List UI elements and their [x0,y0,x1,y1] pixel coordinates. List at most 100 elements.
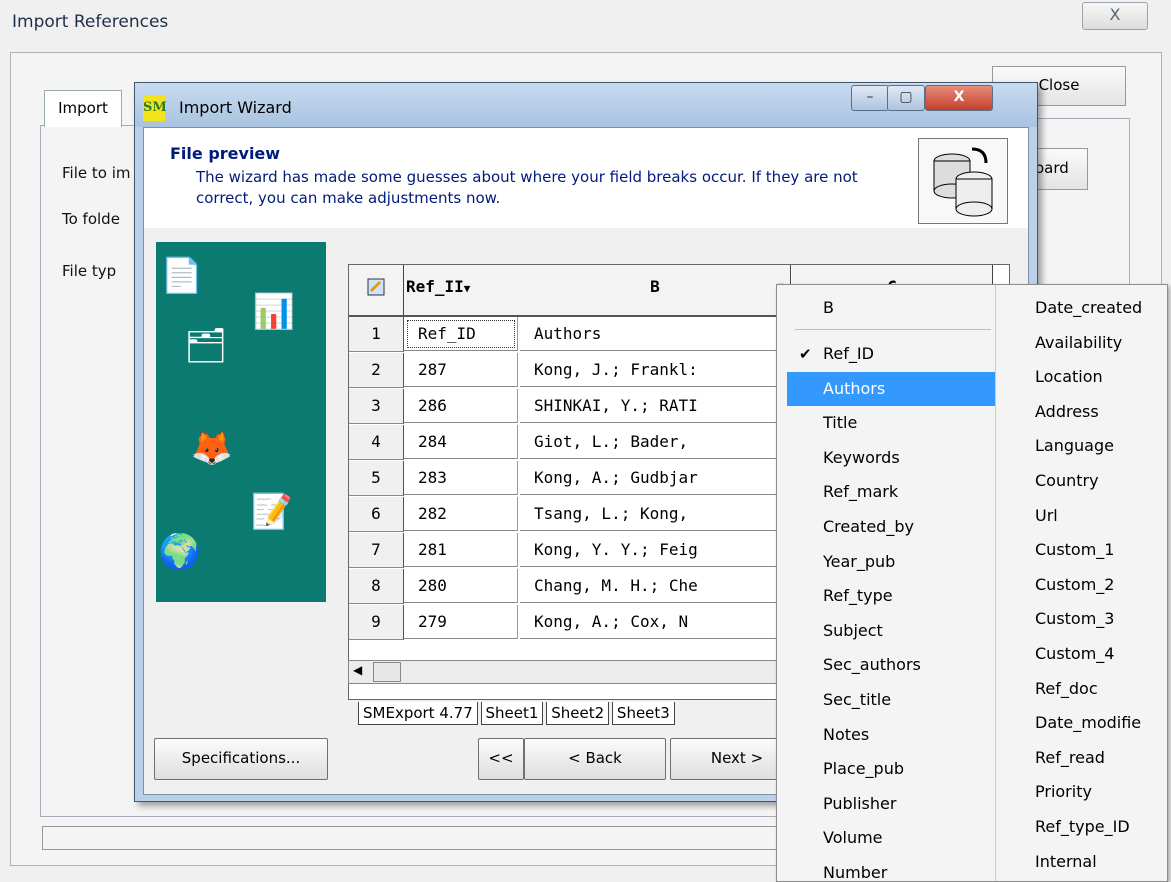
menu-item-ref-type[interactable]: Ref_type [777,579,995,613]
menu-column-1: B ✔ Ref_ID Authors Title Keywords Ref_mark Cre… [777,285,995,881]
database-icon [918,138,1008,224]
first-button[interactable]: << [478,738,524,780]
menu-item-priority[interactable]: Priority [1035,775,1167,809]
menu-item-notes[interactable]: Notes [777,718,995,752]
column-a-label: Ref_II [406,277,464,296]
row-number[interactable]: 8 [349,569,404,604]
menu-item-language[interactable]: Language [1035,429,1167,463]
chevron-down-icon: ▼ [463,282,471,295]
file-type-icons-panel: 📄 📊 🗂 🦊 📝 🌍 [156,242,326,602]
sheet-tab[interactable]: Sheet1 [480,702,544,725]
to-folder-label: To folde [62,210,120,228]
specifications-button[interactable]: Specifications... [154,738,328,780]
maximize-icon[interactable]: ▢ [887,85,925,111]
tab-import[interactable]: Import [44,90,122,127]
horizontal-scrollbar[interactable]: ◀ [348,660,790,684]
menu-item-label: Ref_ID [823,344,874,363]
cell-ref-id[interactable]: 281 [404,533,518,567]
scroll-left-icon[interactable]: ◀ [353,663,362,677]
cell-authors[interactable]: Kong, J.; Frankl: [520,353,790,387]
file-preview-description: The wizard has made some guesses about w… [196,168,858,207]
row-number[interactable]: 9 [349,605,404,640]
menu-item-ref-id[interactable]: ✔ Ref_ID [777,337,995,371]
menu-item-label: Sec_authors [823,655,921,675]
grid-corner[interactable] [349,265,404,317]
table-icon: 🗂 [184,326,228,366]
row-number[interactable]: 6 [349,497,404,532]
outer-close-icon[interactable]: X [1082,2,1148,30]
sheet-tab[interactable]: SMExport 4.77 [358,702,478,725]
row-number[interactable]: 5 [349,461,404,496]
menu-item-date-created[interactable]: Date_created [1035,291,1167,325]
menu-item-label: Number [823,863,888,882]
cell-authors[interactable]: SHINKAI, Y.; RATI [520,389,790,423]
cell-authors[interactable]: Kong, A.; Cox, N [520,605,790,639]
column-header-b[interactable]: B ▼ [520,265,791,317]
menu-item-title[interactable]: Title [777,406,995,440]
menu-item-ref-mark[interactable]: Ref_mark [777,475,995,509]
menu-item-availability[interactable]: Availability [1035,326,1167,360]
menu-item-ref-type-id[interactable]: Ref_type_ID [1035,810,1167,844]
cell-authors[interactable]: Giot, L.; Bader, [520,425,790,459]
scroll-thumb[interactable] [373,662,401,682]
row-number[interactable]: 2 [349,353,404,388]
menu-item-ref-doc[interactable]: Ref_doc [1035,672,1167,706]
menu-item-ref-read[interactable]: Ref_read [1035,741,1167,775]
cell-ref-id[interactable]: 283 [404,461,518,495]
menu-item-internal[interactable]: Internal [1035,845,1167,879]
menu-item-sec-authors[interactable]: Sec_authors [777,648,995,682]
menu-item-authors[interactable]: Authors [787,371,995,406]
cell-authors[interactable]: Kong, Y. Y.; Feig [520,533,790,567]
cell-authors[interactable]: Chang, M. H.; Che [520,569,790,603]
menu-header-label: B [823,298,834,317]
menu-item-label: Place_pub [823,759,904,779]
menu-item-date-modifie[interactable]: Date_modifie [1035,706,1167,740]
menu-item-year-pub[interactable]: Year_pub [777,545,995,579]
menu-item-custom-3[interactable]: Custom_3 [1035,602,1167,636]
menu-item-custom-2[interactable]: Custom_2 [1035,568,1167,602]
menu-item-custom-1[interactable]: Custom_1 [1035,533,1167,567]
menu-item-publisher[interactable]: Publisher [777,787,995,821]
cell-ref-id[interactable]: 286 [404,389,518,423]
menu-item-label: Year_pub [823,551,896,571]
row-number[interactable]: 3 [349,389,404,424]
cell-ref-id[interactable]: 280 [404,569,518,603]
sheet-tabs: SMExport 4.77 Sheet1 Sheet2 Sheet3 [358,702,675,730]
row-number[interactable]: 7 [349,533,404,568]
menu-item-number[interactable]: Number [777,856,995,882]
menu-item-custom-4[interactable]: Custom_4 [1035,637,1167,671]
menu-item-address[interactable]: Address [1035,395,1167,429]
cell-ref-id[interactable]: 284 [404,425,518,459]
cell-authors[interactable]: Tsang, L.; Kong, [520,497,790,531]
menu-item-subject[interactable]: Subject [777,614,995,648]
file-to-import-label: File to im [62,164,131,182]
menu-item-keywords[interactable]: Keywords [777,441,995,475]
menu-item-sec-title[interactable]: Sec_title [777,683,995,717]
menu-item-url[interactable]: Url [1035,499,1167,533]
wizard-close-icon[interactable]: X [925,85,993,111]
sheet-tab[interactable]: Sheet2 [546,702,610,725]
menu-item-label: Sec_title [823,690,892,709]
cell-ref-id[interactable]: 279 [404,605,518,639]
menu-item-label: Volume [823,828,883,848]
outer-title: Import References [12,12,169,32]
back-button[interactable]: < Back [524,738,666,780]
wizard-header: File preview The wizard has made some gu… [144,128,1028,228]
cell-ref-id[interactable]: 287 [404,353,518,387]
menu-item-country[interactable]: Country [1035,464,1167,498]
row-number[interactable]: 4 [349,425,404,460]
cell-authors[interactable]: Kong, A.; Gudbjar [520,461,790,495]
sheet-tab[interactable]: Sheet3 [611,702,675,725]
menu-item-label: Publisher [823,793,897,813]
cell-authors[interactable]: Authors [520,317,790,351]
menu-item-place-pub[interactable]: Place_pub [777,752,995,786]
menu-item-volume[interactable]: Volume [777,821,995,855]
menu-item-location[interactable]: Location [1035,360,1167,394]
cell-ref-id[interactable]: Ref_ID [404,317,518,351]
menu-item-created-by[interactable]: Created_by [777,510,995,544]
file-type-label: File typ [62,262,117,280]
row-number[interactable]: 1 [349,317,404,352]
minimize-icon[interactable]: – [851,85,889,111]
column-header-a[interactable]: Ref_II▼ [404,265,521,317]
cell-ref-id[interactable]: 282 [404,497,518,531]
